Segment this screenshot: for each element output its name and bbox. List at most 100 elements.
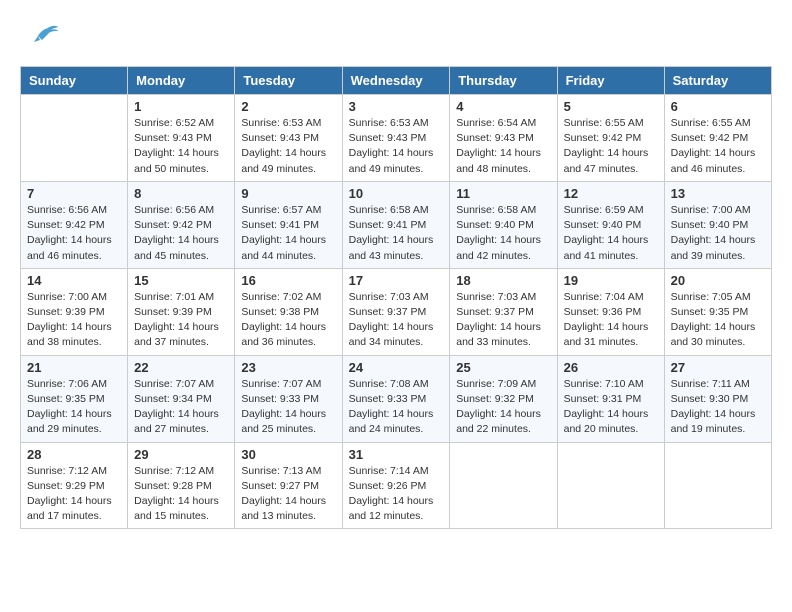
calendar-cell: 30 Sunrise: 7:13 AM Sunset: 9:27 PM Dayli…: [235, 442, 342, 529]
day-number: 11: [456, 186, 550, 201]
day-info: Sunrise: 6:55 AM Sunset: 9:42 PM Dayligh…: [564, 116, 658, 177]
day-number: 30: [241, 447, 335, 462]
page-header: [20, 20, 772, 60]
weekday-header-saturday: Saturday: [664, 67, 771, 95]
logo-svg-icon: [20, 20, 60, 60]
weekday-header-row: SundayMondayTuesdayWednesdayThursdayFrid…: [21, 67, 772, 95]
day-info: Sunrise: 7:11 AM Sunset: 9:30 PM Dayligh…: [671, 377, 765, 438]
day-info: Sunrise: 6:59 AM Sunset: 9:40 PM Dayligh…: [564, 203, 658, 264]
calendar-cell: 19 Sunrise: 7:04 AM Sunset: 9:36 PM Dayli…: [557, 268, 664, 355]
day-info: Sunrise: 7:06 AM Sunset: 9:35 PM Dayligh…: [27, 377, 121, 438]
weekday-header-tuesday: Tuesday: [235, 67, 342, 95]
calendar-cell: [557, 442, 664, 529]
calendar-cell: 17 Sunrise: 7:03 AM Sunset: 9:37 PM Dayli…: [342, 268, 450, 355]
day-number: 17: [349, 273, 444, 288]
day-info: Sunrise: 6:54 AM Sunset: 9:43 PM Dayligh…: [456, 116, 550, 177]
day-number: 16: [241, 273, 335, 288]
calendar-cell: 8Sunrise: 6:56 AM Sunset: 9:42 PM Daylig…: [128, 181, 235, 268]
calendar-cell: 26Sunrise: 7:10 AM Sunset: 9:31 PM Dayli…: [557, 355, 664, 442]
day-number: 9: [241, 186, 335, 201]
day-number: 3: [349, 99, 444, 114]
day-info: Sunrise: 7:02 AM Sunset: 9:38 PM Dayligh…: [241, 290, 335, 351]
day-info: Sunrise: 6:52 AM Sunset: 9:43 PM Dayligh…: [134, 116, 228, 177]
calendar-cell: 29 Sunrise: 7:12 AM Sunset: 9:28 PM Dayli…: [128, 442, 235, 529]
day-info: Sunrise: 6:57 AM Sunset: 9:41 PM Dayligh…: [241, 203, 335, 264]
day-info: Sunrise: 6:56 AM Sunset: 9:42 PM Dayligh…: [27, 203, 121, 264]
calendar-cell: 23 Sunrise: 7:07 AM Sunset: 9:33 PM Dayli…: [235, 355, 342, 442]
calendar-table: SundayMondayTuesdayWednesdayThursdayFrid…: [20, 66, 772, 529]
calendar-cell: 10 Sunrise: 6:58 AM Sunset: 9:41 PM Dayli…: [342, 181, 450, 268]
calendar-cell: 22 Sunrise: 7:07 AM Sunset: 9:34 PM Dayli…: [128, 355, 235, 442]
calendar-cell: 7 Sunrise: 6:56 AM Sunset: 9:42 PM Daylig…: [21, 181, 128, 268]
calendar-cell: 31 Sunrise: 7:14 AM Sunset: 9:26 PM Dayli…: [342, 442, 450, 529]
day-number: 13: [671, 186, 765, 201]
day-info: Sunrise: 7:12 AM Sunset: 9:28 PM Dayligh…: [134, 464, 228, 525]
weekday-header-monday: Monday: [128, 67, 235, 95]
day-info: Sunrise: 7:07 AM Sunset: 9:33 PM Dayligh…: [241, 377, 335, 438]
day-number: 12: [564, 186, 658, 201]
day-info: Sunrise: 6:58 AM Sunset: 9:41 PM Dayligh…: [349, 203, 444, 264]
calendar-cell: 13 Sunrise: 7:00 AM Sunset: 9:40 PM Dayli…: [664, 181, 771, 268]
calendar-week-row: 14 Sunrise: 7:00 AM Sunset: 9:39 PM Dayli…: [21, 268, 772, 355]
calendar-cell: 4 Sunrise: 6:54 AM Sunset: 9:43 PM Daylig…: [450, 95, 557, 182]
calendar-cell: [450, 442, 557, 529]
calendar-cell: 24Sunrise: 7:08 AM Sunset: 9:33 PM Dayli…: [342, 355, 450, 442]
calendar-cell: 21 Sunrise: 7:06 AM Sunset: 9:35 PM Dayli…: [21, 355, 128, 442]
day-info: Sunrise: 7:07 AM Sunset: 9:34 PM Dayligh…: [134, 377, 228, 438]
calendar-cell: 3 Sunrise: 6:53 AM Sunset: 9:43 PM Daylig…: [342, 95, 450, 182]
day-info: Sunrise: 7:03 AM Sunset: 9:37 PM Dayligh…: [456, 290, 550, 351]
calendar-week-row: 7 Sunrise: 6:56 AM Sunset: 9:42 PM Daylig…: [21, 181, 772, 268]
calendar-week-row: 21 Sunrise: 7:06 AM Sunset: 9:35 PM Dayli…: [21, 355, 772, 442]
calendar-cell: [664, 442, 771, 529]
day-info: Sunrise: 7:03 AM Sunset: 9:37 PM Dayligh…: [349, 290, 444, 351]
calendar-cell: 12 Sunrise: 6:59 AM Sunset: 9:40 PM Dayli…: [557, 181, 664, 268]
day-info: Sunrise: 7:00 AM Sunset: 9:39 PM Dayligh…: [27, 290, 121, 351]
calendar-cell: 2Sunrise: 6:53 AM Sunset: 9:43 PM Daylig…: [235, 95, 342, 182]
day-number: 7: [27, 186, 121, 201]
day-info: Sunrise: 7:12 AM Sunset: 9:29 PM Dayligh…: [27, 464, 121, 525]
day-number: 22: [134, 360, 228, 375]
day-number: 25: [456, 360, 550, 375]
day-number: 1: [134, 99, 228, 114]
day-info: Sunrise: 6:55 AM Sunset: 9:42 PM Dayligh…: [671, 116, 765, 177]
calendar-week-row: 1 Sunrise: 6:52 AM Sunset: 9:43 PM Daylig…: [21, 95, 772, 182]
calendar-cell: 18 Sunrise: 7:03 AM Sunset: 9:37 PM Dayli…: [450, 268, 557, 355]
day-info: Sunrise: 6:53 AM Sunset: 9:43 PM Dayligh…: [349, 116, 444, 177]
day-number: 10: [349, 186, 444, 201]
day-number: 31: [349, 447, 444, 462]
day-number: 28: [27, 447, 121, 462]
day-number: 2: [241, 99, 335, 114]
day-info: Sunrise: 6:58 AM Sunset: 9:40 PM Dayligh…: [456, 203, 550, 264]
calendar-cell: 25Sunrise: 7:09 AM Sunset: 9:32 PM Dayli…: [450, 355, 557, 442]
calendar-cell: 16 Sunrise: 7:02 AM Sunset: 9:38 PM Dayli…: [235, 268, 342, 355]
day-number: 29: [134, 447, 228, 462]
calendar-cell: 6Sunrise: 6:55 AM Sunset: 9:42 PM Daylig…: [664, 95, 771, 182]
weekday-header-friday: Friday: [557, 67, 664, 95]
day-number: 21: [27, 360, 121, 375]
calendar-cell: 27 Sunrise: 7:11 AM Sunset: 9:30 PM Dayli…: [664, 355, 771, 442]
day-info: Sunrise: 7:00 AM Sunset: 9:40 PM Dayligh…: [671, 203, 765, 264]
day-number: 14: [27, 273, 121, 288]
day-info: Sunrise: 7:04 AM Sunset: 9:36 PM Dayligh…: [564, 290, 658, 351]
calendar-cell: 5 Sunrise: 6:55 AM Sunset: 9:42 PM Daylig…: [557, 95, 664, 182]
day-info: Sunrise: 7:05 AM Sunset: 9:35 PM Dayligh…: [671, 290, 765, 351]
day-number: 23: [241, 360, 335, 375]
day-number: 5: [564, 99, 658, 114]
day-number: 4: [456, 99, 550, 114]
calendar-cell: 14 Sunrise: 7:00 AM Sunset: 9:39 PM Dayli…: [21, 268, 128, 355]
day-info: Sunrise: 7:01 AM Sunset: 9:39 PM Dayligh…: [134, 290, 228, 351]
calendar-cell: 15Sunrise: 7:01 AM Sunset: 9:39 PM Dayli…: [128, 268, 235, 355]
weekday-header-thursday: Thursday: [450, 67, 557, 95]
day-number: 19: [564, 273, 658, 288]
day-info: Sunrise: 7:08 AM Sunset: 9:33 PM Dayligh…: [349, 377, 444, 438]
calendar-week-row: 28 Sunrise: 7:12 AM Sunset: 9:29 PM Dayli…: [21, 442, 772, 529]
day-info: Sunrise: 7:14 AM Sunset: 9:26 PM Dayligh…: [349, 464, 444, 525]
day-info: Sunrise: 7:13 AM Sunset: 9:27 PM Dayligh…: [241, 464, 335, 525]
weekday-header-sunday: Sunday: [21, 67, 128, 95]
day-number: 26: [564, 360, 658, 375]
logo: [20, 20, 64, 60]
weekday-header-wednesday: Wednesday: [342, 67, 450, 95]
day-number: 18: [456, 273, 550, 288]
calendar-cell: 1 Sunrise: 6:52 AM Sunset: 9:43 PM Daylig…: [128, 95, 235, 182]
day-number: 27: [671, 360, 765, 375]
